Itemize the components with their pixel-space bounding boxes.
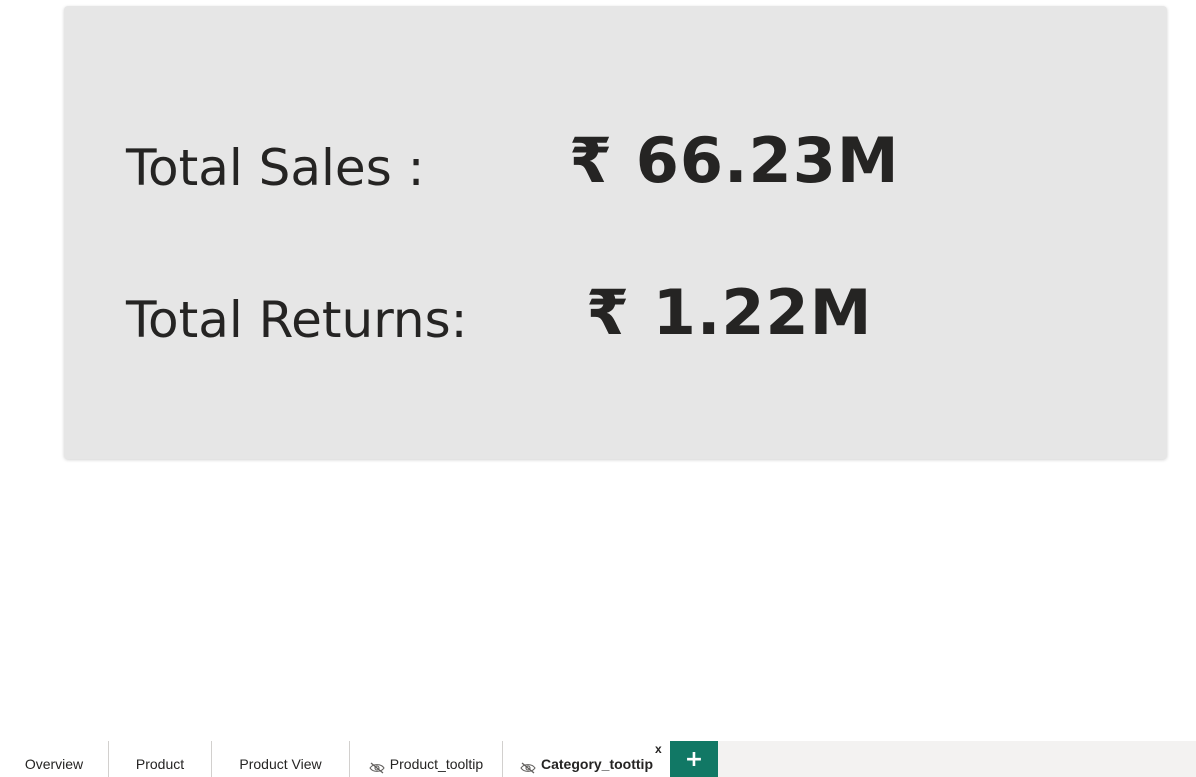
tab-label: Overview — [24, 756, 84, 772]
total-returns-label: Total Returns: — [126, 291, 468, 349]
add-page-button[interactable]: + — [670, 741, 718, 777]
eye-slash-icon — [369, 762, 385, 774]
tab-label: Product View — [239, 756, 322, 772]
total-returns-value: ₹ 1.22M — [586, 276, 873, 349]
tab-category-tooltip[interactable]: Category_toottip — [503, 741, 670, 777]
tab-product[interactable]: Product — [109, 741, 212, 777]
total-sales-label: Total Sales : — [126, 139, 425, 197]
tab-label: Category_toottip — [541, 756, 653, 772]
report-canvas: Total Sales : ₹ 66.23M Total Returns: ₹ … — [0, 0, 1196, 741]
kpi-card[interactable]: Total Sales : ₹ 66.23M Total Returns: ₹ … — [64, 6, 1167, 459]
tab-product-view[interactable]: Product View — [212, 741, 350, 777]
eye-slash-icon — [520, 762, 536, 774]
plus-icon: + — [684, 746, 704, 772]
tab-label: Product_tooltip — [389, 756, 484, 772]
page-tab-bar: Overview Product Product View Product_to… — [0, 741, 1196, 777]
close-icon[interactable]: x — [655, 743, 662, 755]
tab-overview[interactable]: Overview — [0, 741, 109, 777]
tab-product-tooltip[interactable]: Product_tooltip — [350, 741, 503, 777]
total-sales-value: ₹ 66.23M — [569, 124, 900, 197]
tab-label: Product — [135, 756, 185, 772]
